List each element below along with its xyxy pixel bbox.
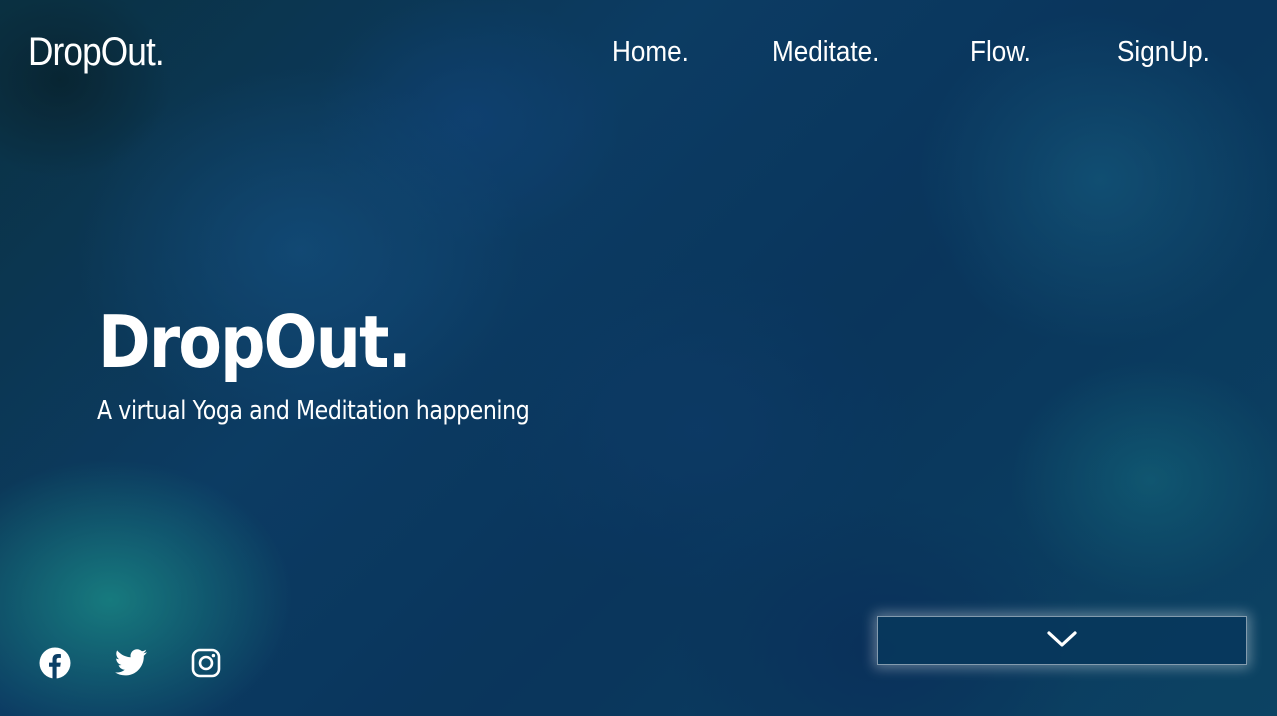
nav-home-link[interactable]: Home. (612, 34, 689, 70)
hero-subtitle: A virtual Yoga and Meditation happening (97, 396, 530, 426)
instagram-icon[interactable] (189, 646, 223, 680)
nav-flow-link[interactable]: Flow. (970, 34, 1031, 70)
facebook-icon[interactable] (38, 646, 72, 680)
nav-signup-link[interactable]: SignUp. (1117, 34, 1210, 70)
twitter-icon[interactable] (114, 646, 148, 680)
navbar: DropOut. Home. Meditate. Flow. SignUp. (0, 0, 1277, 100)
brand-logo[interactable]: DropOut. (28, 27, 165, 77)
nav-meditate-link[interactable]: Meditate. (772, 34, 879, 70)
chevron-down-icon (1047, 630, 1077, 652)
scroll-down-button[interactable] (877, 616, 1247, 665)
hero-title: DropOut. (98, 300, 412, 384)
